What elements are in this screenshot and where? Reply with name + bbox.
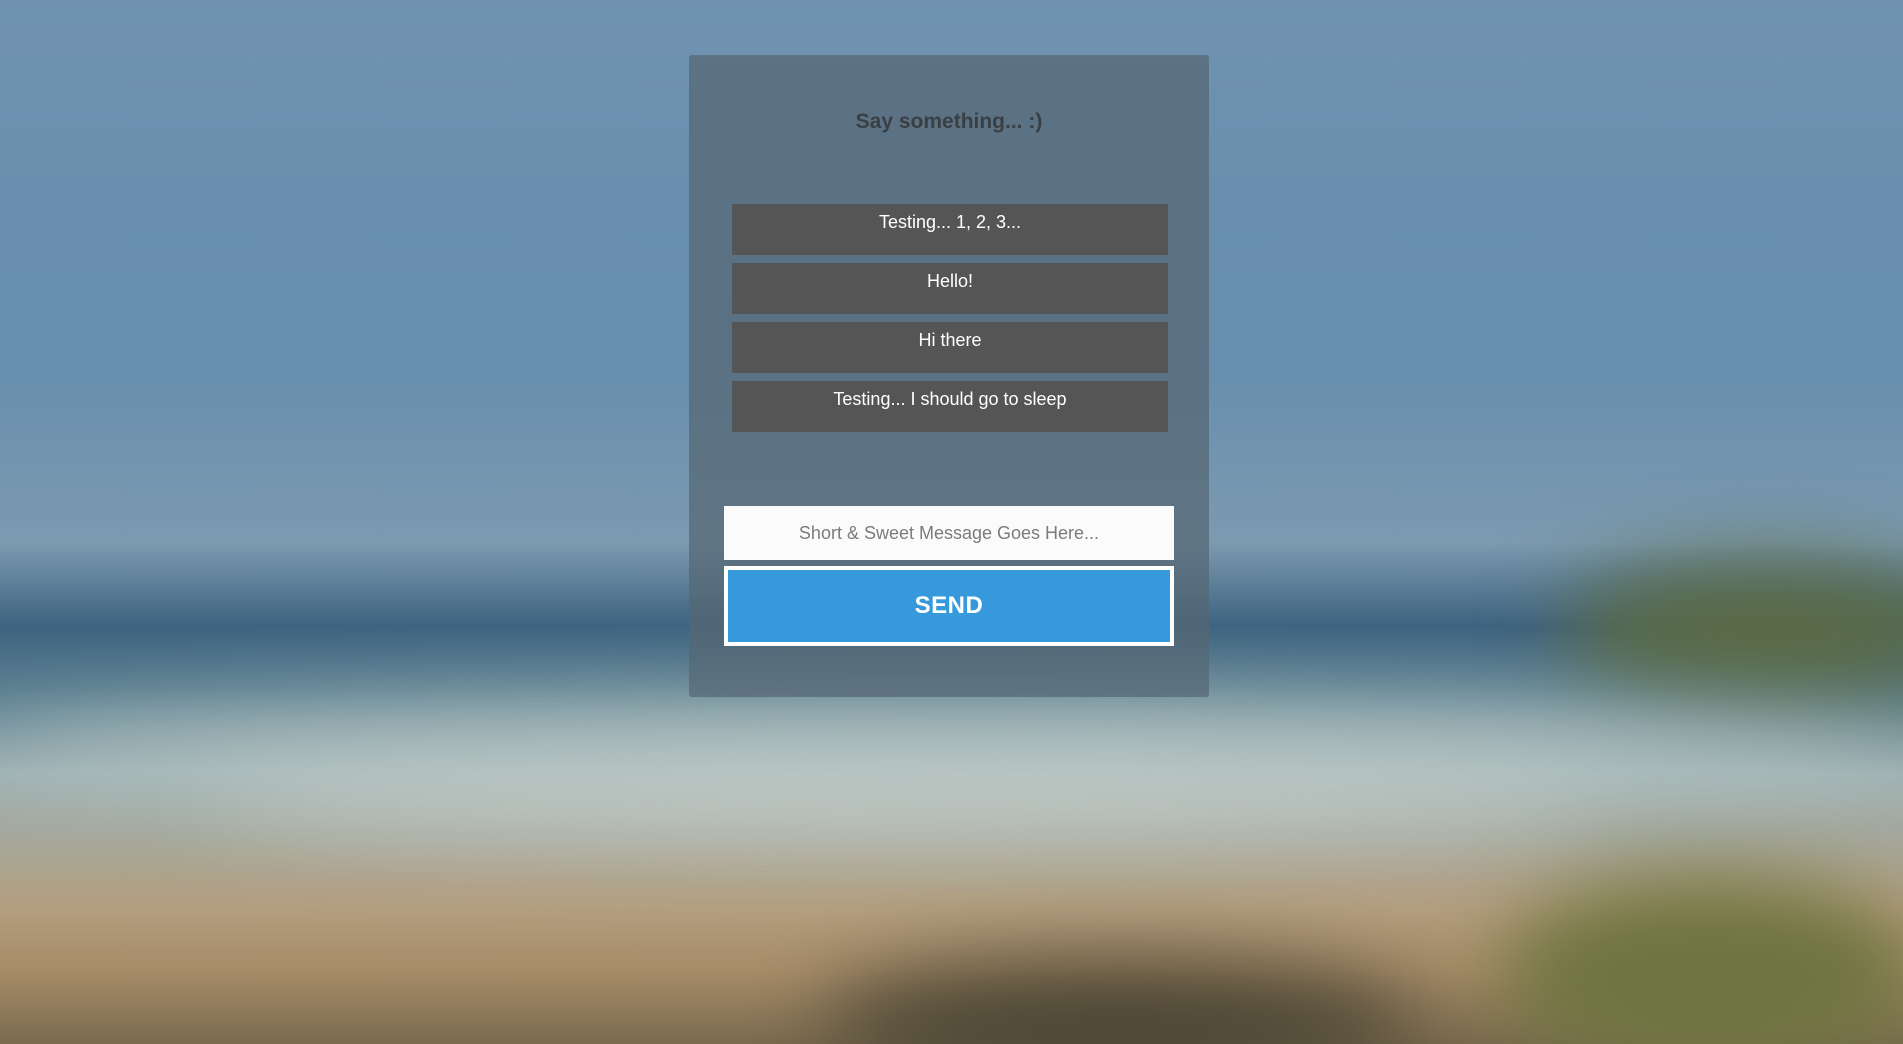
message-item: Hello! [732,263,1168,314]
message-item: Hi there [732,322,1168,373]
message-item: Testing... 1, 2, 3... [732,204,1168,255]
headland-shape [1560,560,1903,700]
message-item: Testing... I should go to sleep [732,381,1168,432]
wave-shape [200,770,1600,840]
page-title: Say something... :) [855,110,1043,133]
message-input[interactable] [724,506,1174,560]
message-list: Testing... 1, 2, 3... Hello! Hi there Te… [732,204,1168,440]
foliage-shape [1500,880,1903,1044]
rocks-shape [820,960,1420,1044]
send-button[interactable]: SEND [724,566,1174,646]
